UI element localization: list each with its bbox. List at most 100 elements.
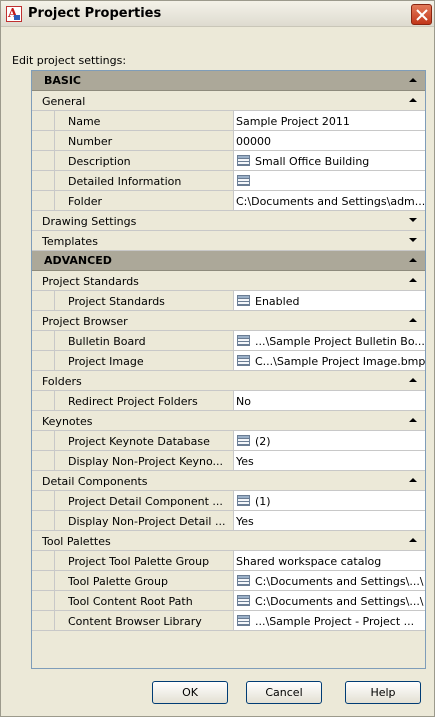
property-name-cell: Project Detail Component ... [54, 491, 234, 510]
property-value: C:\Documents and Settings\adm... [236, 195, 425, 208]
category-label: Project Standards [42, 275, 139, 288]
property-value: Shared workspace catalog [236, 555, 382, 568]
property-row[interactable]: Tool Content Root Path C:\Documents and S… [32, 591, 425, 611]
category-label: Detail Components [42, 475, 148, 488]
property-value-field[interactable]: Yes [234, 451, 425, 470]
collapse-arrow-icon[interactable] [409, 478, 417, 482]
category-detail-components[interactable]: Detail Components [32, 471, 425, 491]
worksheet-icon[interactable] [237, 595, 250, 606]
cancel-button[interactable]: Cancel [246, 681, 322, 704]
property-value-field[interactable]: Yes [234, 511, 425, 530]
property-value: Small Office Building [255, 155, 370, 168]
worksheet-icon[interactable] [237, 575, 250, 586]
property-value: C...\Sample Project Image.bmp [255, 355, 425, 368]
property-value-field[interactable]: C:\Documents and Settings\...\ [234, 571, 425, 590]
collapse-arrow-icon[interactable] [409, 318, 417, 322]
project-properties-dialog: Project Properties Edit project settings… [0, 0, 435, 717]
collapse-arrow-icon[interactable] [409, 378, 417, 382]
property-row[interactable]: Number 00000 [32, 131, 425, 151]
property-value-field[interactable]: Small Office Building [234, 151, 425, 170]
collapse-arrow-icon[interactable] [409, 98, 417, 102]
category-templates[interactable]: Templates [32, 231, 425, 251]
worksheet-icon[interactable] [237, 615, 250, 626]
expand-arrow-icon[interactable] [409, 218, 417, 222]
category-general[interactable]: General [32, 91, 425, 111]
property-value-field[interactable]: 00000 [234, 131, 425, 150]
property-value: C:\Documents and Settings\...\ [255, 595, 424, 608]
property-value: No [236, 395, 251, 408]
category-project-standards[interactable]: Project Standards [32, 271, 425, 291]
property-row[interactable]: Content Browser Library ...\Sample Projec… [32, 611, 425, 631]
ok-button[interactable]: OK [152, 681, 228, 704]
title-bar[interactable]: Project Properties [1, 1, 434, 27]
worksheet-icon[interactable] [237, 295, 250, 306]
worksheet-icon[interactable] [237, 175, 250, 186]
category-keynotes[interactable]: Keynotes [32, 411, 425, 431]
property-name: Project Keynote Database [68, 435, 210, 448]
worksheet-icon[interactable] [237, 435, 250, 446]
property-row[interactable]: Name Sample Project 2011 [32, 111, 425, 131]
property-name-cell: Project Standards [54, 291, 234, 310]
property-name-cell: Name [54, 111, 234, 130]
section-header-basic[interactable]: BASIC [32, 71, 425, 91]
property-value: ...\Sample Project - Project ... [255, 615, 415, 628]
property-value: Sample Project 2011 [236, 115, 350, 128]
property-value-field[interactable]: C:\Documents and Settings\...\ [234, 591, 425, 610]
help-button[interactable]: Help [345, 681, 421, 704]
property-value-field[interactable]: (1) [234, 491, 425, 510]
property-row[interactable]: Project Detail Component ... (1) [32, 491, 425, 511]
property-row[interactable]: Folder C:\Documents and Settings\adm... [32, 191, 425, 211]
property-value-field[interactable]: C...\Sample Project Image.bmp [234, 351, 425, 370]
category-tool-palettes[interactable]: Tool Palettes [32, 531, 425, 551]
property-row[interactable]: Project Standards Enabled [32, 291, 425, 311]
property-value-field[interactable]: No [234, 391, 425, 410]
worksheet-icon[interactable] [237, 335, 250, 346]
worksheet-icon[interactable] [237, 355, 250, 366]
property-name: Folder [68, 195, 102, 208]
property-row[interactable]: Display Non-Project Keyno... Yes [32, 451, 425, 471]
property-row[interactable]: Project Tool Palette Group Shared workspa… [32, 551, 425, 571]
category-label: Project Browser [42, 315, 128, 328]
property-name-cell: Redirect Project Folders [54, 391, 234, 410]
collapse-arrow-icon[interactable] [409, 78, 417, 82]
property-name: Project Detail Component ... [68, 495, 223, 508]
property-row[interactable]: Detailed Information [32, 171, 425, 191]
property-value-field[interactable]: ...\Sample Project Bulletin Bo... [234, 331, 425, 350]
category-folders[interactable]: Folders [32, 371, 425, 391]
property-name: Display Non-Project Keyno... [68, 455, 224, 468]
property-value: Yes [236, 515, 254, 528]
collapse-arrow-icon[interactable] [409, 278, 417, 282]
property-row[interactable]: Tool Palette Group C:\Documents and Setti… [32, 571, 425, 591]
section-header-advanced[interactable]: ADVANCED [32, 251, 425, 271]
collapse-arrow-icon[interactable] [409, 418, 417, 422]
property-value-field[interactable]: (2) [234, 431, 425, 450]
property-row[interactable]: Project Keynote Database (2) [32, 431, 425, 451]
property-value-field[interactable] [234, 171, 425, 190]
property-value-field[interactable]: Shared workspace catalog [234, 551, 425, 570]
property-name-cell: Folder [54, 191, 234, 210]
property-value-field[interactable]: Sample Project 2011 [234, 111, 425, 130]
property-value: Enabled [255, 295, 300, 308]
property-row[interactable]: Display Non-Project Detail ... Yes [32, 511, 425, 531]
close-button[interactable] [411, 4, 432, 25]
category-label: Templates [42, 235, 98, 248]
property-name: Name [68, 115, 101, 128]
collapse-arrow-icon[interactable] [409, 538, 417, 542]
property-row[interactable]: Bulletin Board ...\Sample Project Bulleti… [32, 331, 425, 351]
property-value-field[interactable]: C:\Documents and Settings\adm... [234, 191, 425, 210]
category-project-browser[interactable]: Project Browser [32, 311, 425, 331]
property-row[interactable]: Project Image C...\Sample Project Image.b… [32, 351, 425, 371]
category-drawing-settings[interactable]: Drawing Settings [32, 211, 425, 231]
property-row[interactable]: Description Small Office Building [32, 151, 425, 171]
property-row[interactable]: Redirect Project Folders No [32, 391, 425, 411]
property-value-field[interactable]: Enabled [234, 291, 425, 310]
property-name: Redirect Project Folders [68, 395, 198, 408]
property-value-field[interactable]: ...\Sample Project - Project ... [234, 611, 425, 630]
worksheet-icon[interactable] [237, 495, 250, 506]
collapse-arrow-icon[interactable] [409, 258, 417, 262]
expand-arrow-icon[interactable] [409, 238, 417, 242]
property-name-cell: Description [54, 151, 234, 170]
property-name: Bulletin Board [68, 335, 146, 348]
property-name-cell: Display Non-Project Detail ... [54, 511, 234, 530]
worksheet-icon[interactable] [237, 155, 250, 166]
